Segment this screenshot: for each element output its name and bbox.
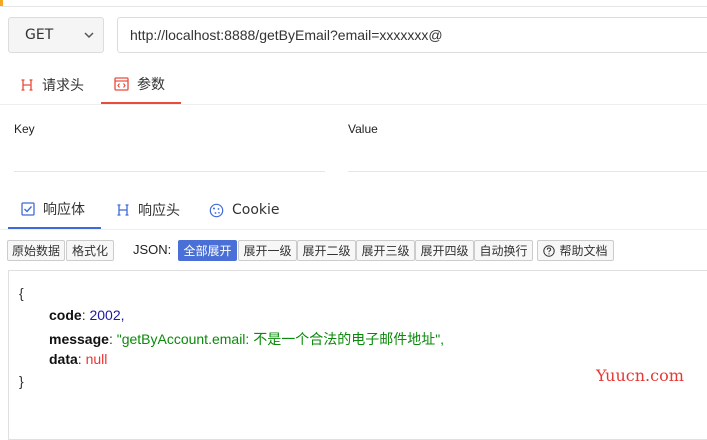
expand-level-1-button[interactable]: 展开一级: [238, 240, 297, 261]
checkbox-icon: [21, 202, 35, 216]
expand-level-4-button[interactable]: 展开四级: [415, 240, 474, 261]
chevron-down-icon: [84, 32, 94, 39]
expand-all-button[interactable]: 全部展开: [178, 240, 237, 261]
tab-label: 响应头: [138, 203, 180, 219]
json-field-message: message: "getByAccount.email: 不是一个合法的电子邮…: [49, 331, 445, 347]
watermark: Yuucn.com: [596, 366, 684, 385]
tab-cookie[interactable]: Cookie: [209, 191, 280, 229]
method-value: GET: [25, 27, 54, 43]
json-key: code: [49, 307, 82, 323]
h-heading-icon: [20, 78, 34, 92]
url-value: http://localhost:8888/getByEmail?email=x…: [130, 27, 443, 43]
json-value: "getByAccount.email: 不是一个合法的电子邮件地址",: [116, 331, 445, 347]
top-border: [0, 0, 707, 7]
cookie-icon: [209, 203, 224, 218]
tab-response-headers[interactable]: 响应头: [116, 191, 180, 229]
help-docs-button[interactable]: 帮助文档: [537, 240, 614, 261]
tab-label: Cookie: [232, 202, 280, 218]
params-key-header: Key: [14, 122, 35, 136]
tab-request-headers[interactable]: 请求头: [20, 66, 84, 104]
tab-label: 响应体: [43, 202, 85, 218]
url-input[interactable]: http://localhost:8888/getByEmail?email=x…: [117, 17, 707, 53]
response-tabs: 响应体 响应头 Cookie: [0, 191, 707, 229]
json-value: 2002,: [89, 307, 125, 323]
json-value: null: [85, 351, 108, 367]
divider: [0, 104, 707, 105]
json-key: message: [49, 331, 109, 347]
code-window-icon: [114, 77, 129, 91]
response-body[interactable]: { code: 2002, message: "getByAccount.ema…: [8, 270, 707, 440]
json-field-data: data: null: [49, 351, 108, 367]
auto-wrap-button[interactable]: 自动换行: [474, 240, 533, 261]
key-input-line[interactable]: [14, 171, 325, 172]
top-accent: [0, 0, 3, 6]
format-button[interactable]: 格式化: [66, 240, 114, 261]
json-open-brace: {: [19, 285, 24, 301]
tab-params[interactable]: 参数: [101, 66, 181, 104]
expand-level-3-button[interactable]: 展开三级: [356, 240, 415, 261]
request-tabs: 请求头 参数: [0, 66, 707, 104]
tab-label: 参数: [137, 77, 165, 93]
raw-data-button[interactable]: 原始数据: [7, 240, 65, 261]
method-select[interactable]: GET: [8, 17, 104, 53]
help-label: 帮助文档: [559, 244, 608, 258]
value-input-line[interactable]: [348, 171, 707, 172]
help-icon: [543, 244, 556, 257]
json-close-brace: }: [19, 373, 24, 389]
tab-label: 请求头: [42, 78, 84, 94]
h-heading-icon: [116, 203, 130, 217]
expand-level-2-button[interactable]: 展开二级: [297, 240, 356, 261]
response-toolbar: 原始数据 格式化 JSON: 全部展开 展开一级 展开二级 展开三级 展开四级 …: [0, 238, 707, 264]
json-field-code: code: 2002,: [49, 307, 125, 323]
divider: [0, 229, 707, 230]
tab-response-body[interactable]: 响应体: [8, 191, 101, 229]
json-key: data: [49, 351, 78, 367]
params-value-header: Value: [348, 122, 378, 136]
json-label: JSON:: [133, 242, 172, 257]
